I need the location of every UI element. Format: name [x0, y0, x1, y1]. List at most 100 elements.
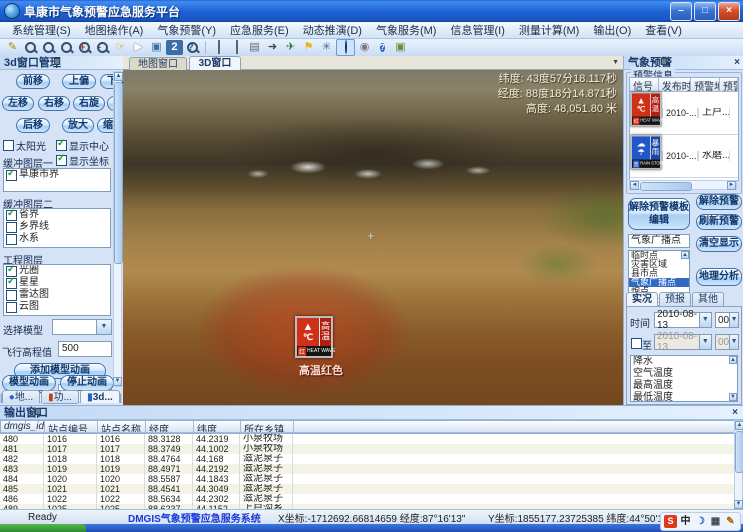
table-row[interactable]: 4811017101788.374944.1002小泉牧场: [0, 444, 735, 454]
output-vscrollbar[interactable]: ▲ ▼: [734, 420, 743, 510]
tab-forecast[interactable]: 预报: [659, 292, 691, 306]
to-checkbox[interactable]: [631, 338, 642, 349]
date-combo[interactable]: 2010-08-13▼: [654, 312, 712, 328]
remove-template-edit-button[interactable]: 解除预警模板编辑: [628, 198, 690, 230]
refresh-warning-button[interactable]: 刷新预警: [696, 214, 742, 230]
menu-info[interactable]: 信息管理(I): [444, 21, 510, 39]
scroll-down-icon[interactable]: ▼: [729, 393, 737, 401]
keyboard-icon[interactable]: ▦: [709, 515, 722, 528]
pen-icon[interactable]: ✎: [724, 515, 737, 528]
measure-icon[interactable]: ✎: [4, 40, 21, 55]
menu-view[interactable]: 查看(V): [639, 21, 688, 39]
zoom-box-icon[interactable]: [40, 40, 57, 55]
model-select-combo[interactable]: ▼: [52, 319, 112, 335]
col-township[interactable]: 所在乡镇: [241, 421, 294, 433]
heatwave-warning-map-icon[interactable]: ▲℃ 高温 红HEAT WAVE: [295, 316, 333, 358]
scroll-up-icon[interactable]: ▲: [729, 356, 737, 364]
select-arrow-icon[interactable]: ▶: [130, 40, 147, 55]
scroll-up-icon[interactable]: ▲: [681, 251, 689, 259]
hour-to-combo[interactable]: 00▼: [715, 334, 739, 350]
zoom-free-icon[interactable]: [58, 40, 75, 55]
move-right-button[interactable]: 右移: [38, 96, 70, 111]
print-icon[interactable]: ▤: [246, 40, 263, 55]
menu-output[interactable]: 输出(O): [587, 21, 637, 39]
show-center-checkbox[interactable]: 显示中心: [56, 138, 109, 153]
clear-display-button[interactable]: 清空显示: [696, 236, 742, 252]
close-button[interactable]: ×: [718, 2, 740, 21]
col-dmgis-id[interactable]: dmgis_id: [1, 421, 45, 433]
flight-elev-input[interactable]: 500: [58, 341, 112, 357]
tilt-up-button[interactable]: 上偏: [62, 74, 96, 89]
globe-3d-icon[interactable]: [336, 39, 355, 56]
col-extra[interactable]: 预警: [720, 78, 738, 92]
tab-map-layers[interactable]: ●地...: [2, 390, 40, 403]
rotate-right-button[interactable]: 右旋: [73, 96, 105, 111]
layer-image-icon[interactable]: [210, 40, 227, 55]
left-panel-vscrollbar[interactable]: ▲ ▼: [113, 71, 122, 387]
menu-weather-service[interactable]: 气象服务(M): [370, 21, 443, 39]
move-left-button[interactable]: 左移: [2, 96, 34, 111]
warning-row-rain[interactable]: ☁☂ 暴雨 蓝RAIN STORM 2010-... 水磨...: [630, 135, 738, 178]
eye-icon[interactable]: ◉: [356, 40, 373, 55]
col-signal[interactable]: 信号: [630, 78, 659, 92]
tab-3d-manage[interactable]: ▮3d...: [80, 390, 120, 403]
panel-close-icon[interactable]: ×: [732, 408, 738, 418]
taskbar[interactable]: [0, 524, 743, 532]
tab-live[interactable]: 实况: [626, 292, 658, 306]
table-row[interactable]: 4851021102188.454144.3049滋泥泉子: [0, 484, 735, 494]
warning-row-heat[interactable]: ▲℃ 高温 红HEAT WAVE 2010-... 上户...: [630, 92, 738, 135]
menu-measure[interactable]: 测量计算(M): [513, 21, 586, 39]
view-2d-icon[interactable]: 2: [166, 40, 183, 55]
full-extent-icon[interactable]: ▣: [148, 40, 165, 55]
col-area[interactable]: 预警地区: [691, 78, 720, 92]
moon-icon[interactable]: ☽: [694, 515, 707, 528]
flag-icon[interactable]: ⚑: [300, 40, 317, 55]
output-table[interactable]: dmgis_id 站点编号 站点名称 经度 纬度 所在乡镇 4801016101…: [0, 420, 735, 510]
col-longitude[interactable]: 经度: [146, 421, 194, 433]
geo-analysis-button[interactable]: 地理分析: [696, 268, 742, 286]
tool-extra-icon[interactable]: ▣: [392, 40, 409, 55]
zoom-in-icon[interactable]: +: [76, 40, 93, 55]
table-row[interactable]: 4801016101688.312844.2319小泉牧场: [0, 434, 735, 444]
help-icon[interactable]: ?: [374, 40, 391, 55]
project-layers-list[interactable]: 光圈 星星 雷达图 云图: [3, 264, 111, 316]
map-image-icon[interactable]: [228, 40, 245, 55]
col-publish-time[interactable]: 发布时间: [659, 78, 691, 92]
table-row[interactable]: 4821018101888.476444.168滋泥泉子: [0, 454, 735, 464]
buffer-layer2-list[interactable]: 省界 乡界线 水系: [3, 208, 111, 248]
zoom-out-icon[interactable]: -: [94, 40, 111, 55]
element-list[interactable]: 降水 空气温度 最高温度 最低温度 地表温度 ▲ ▼: [630, 355, 738, 402]
pin-icon[interactable]: [33, 408, 42, 418]
menu-emergency[interactable]: 应急服务(E): [224, 21, 295, 39]
maximize-button[interactable]: □: [694, 2, 716, 21]
point-type-value[interactable]: 气象广播点: [628, 234, 690, 248]
panel-close-icon[interactable]: ×: [734, 58, 740, 68]
export-icon[interactable]: ➜: [264, 40, 281, 55]
tab-list-dropdown-icon[interactable]: ▼: [612, 59, 619, 66]
zoom-layer-icon[interactable]: [22, 40, 39, 55]
menu-dynamic[interactable]: 动态推演(D): [297, 21, 368, 39]
menu-system[interactable]: 系统管理(S): [6, 21, 77, 39]
pan-hand-icon[interactable]: ☞: [112, 40, 129, 55]
show-coord-checkbox[interactable]: 显示坐标: [56, 153, 109, 168]
tab-3d-window[interactable]: 3D窗口: [189, 56, 241, 70]
warning-table[interactable]: 信号 发布时间 预警地区 预警 ▲℃ 高温 红HEAT WAVE 2010-..…: [629, 77, 739, 181]
zoom-in-button[interactable]: 放大: [62, 118, 94, 133]
start-button[interactable]: [0, 524, 86, 532]
sunlight-checkbox[interactable]: 太阳光: [3, 138, 46, 153]
stop-anim-button[interactable]: 停止动画: [60, 375, 114, 391]
ime-chinese-icon[interactable]: 中: [679, 515, 692, 528]
pin-icon[interactable]: [52, 58, 61, 68]
gear-icon[interactable]: ✳: [318, 40, 335, 55]
tab-map-window[interactable]: 地图窗口: [129, 57, 187, 70]
date-to-combo[interactable]: 2010-08-13▼: [654, 334, 712, 350]
move-forward-button[interactable]: 前移: [16, 74, 50, 89]
identify-icon[interactable]: ?: [184, 40, 201, 55]
warning-table-hscrollbar[interactable]: ◄ ►: [629, 180, 737, 190]
menu-map-ops[interactable]: 地图操作(A): [79, 21, 150, 39]
buffer-layer1-list[interactable]: 阜康市界: [3, 168, 111, 192]
tab-functions[interactable]: ▮功...: [41, 390, 79, 403]
title-bar[interactable]: 阜康市气象预警应急服务平台 – □ ×: [0, 0, 743, 22]
menu-weather-warning[interactable]: 气象预警(Y): [151, 21, 222, 39]
table-row[interactable]: 4861022102288.563444.2302滋泥泉子: [0, 494, 735, 504]
